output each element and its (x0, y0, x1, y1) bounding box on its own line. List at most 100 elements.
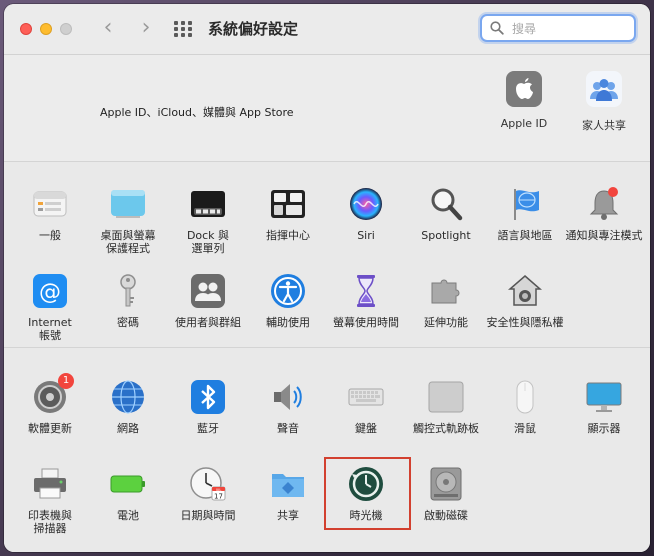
pane-sharing[interactable]: 共享 (248, 466, 328, 522)
pane-label: 使用者與群組 (175, 316, 241, 329)
svg-text:@: @ (39, 280, 61, 305)
pane-label: 鍵盤 (355, 422, 377, 435)
pane-label: 印表機與 掃描器 (28, 509, 72, 535)
pane-screen-time[interactable]: 螢幕使用時間 (326, 273, 406, 329)
pane-dock-menubar[interactable]: Dock 與 選單列 (168, 186, 248, 255)
pane-label: Spotlight (421, 229, 471, 242)
displays-icon (586, 379, 622, 415)
pane-accessibility[interactable]: 輔助使用 (248, 273, 328, 329)
window-title: 系統偏好設定 (208, 20, 299, 38)
pane-software-update[interactable]: 1 軟體更新 (10, 373, 90, 435)
pane-label: 藍牙 (197, 422, 219, 435)
pane-bluetooth[interactable]: 藍牙 (168, 379, 248, 435)
users-groups-icon (190, 273, 226, 309)
apple-logo-icon (506, 71, 542, 107)
pane-battery[interactable]: 電池 (88, 466, 168, 522)
apple-id-label: Apple ID (500, 117, 548, 130)
pane-label: 桌面與螢幕 保護程式 (100, 229, 156, 255)
pane-label: Dock 與 選單列 (186, 229, 230, 255)
time-machine-highlight (324, 457, 411, 530)
pane-security-privacy[interactable]: 安全性與隱私權 (485, 273, 565, 329)
close-button[interactable] (20, 23, 32, 35)
account-section: Apple ID、iCloud、媒體與 App Store Apple ID 家… (4, 55, 650, 161)
startup-disk-icon (428, 466, 464, 502)
clock-icon: JUL 17 (190, 466, 226, 502)
desktop-screensaver-icon (110, 186, 146, 222)
keyboard-icon (348, 379, 384, 415)
zoom-button[interactable] (60, 23, 72, 35)
apple-id-pane[interactable]: Apple ID (492, 71, 556, 130)
chevron-right-icon: › (141, 15, 151, 40)
show-all-button[interactable] (174, 21, 192, 37)
network-icon (110, 379, 146, 415)
extensions-icon (428, 273, 464, 309)
dock-icon (190, 186, 226, 222)
pane-label: 延伸功能 (424, 316, 468, 329)
key-icon (110, 273, 146, 309)
pane-label: 顯示器 (587, 422, 621, 435)
apple-id-summary: Apple ID、iCloud、媒體與 App Store (100, 106, 294, 119)
pane-label: 啟動磁碟 (424, 509, 468, 522)
pane-siri[interactable]: Siri (326, 186, 406, 242)
sharing-folder-icon (270, 466, 306, 502)
internet-accounts-icon: @ (32, 273, 68, 309)
sound-icon (270, 379, 306, 415)
accessibility-icon (270, 273, 306, 309)
language-region-icon (507, 186, 543, 222)
pane-label: Internet 帳號 (28, 316, 72, 342)
pane-label: 滑鼠 (514, 422, 536, 435)
pane-keyboard[interactable]: 鍵盤 (326, 379, 406, 435)
pane-displays[interactable]: 顯示器 (564, 379, 644, 435)
title-bar: ‹ › 系統偏好設定 (4, 4, 650, 55)
pane-network[interactable]: 網路 (88, 379, 168, 435)
pane-label: 日期與時間 (180, 509, 236, 522)
pane-trackpad[interactable]: 觸控式軌跡板 (406, 379, 486, 435)
back-button[interactable]: ‹ (96, 15, 120, 41)
pane-label: 軟體更新 (28, 422, 72, 435)
pane-label: 電池 (117, 509, 139, 522)
pane-passwords[interactable]: 密碼 (88, 273, 168, 329)
pane-mouse[interactable]: 滑鼠 (485, 379, 565, 435)
pane-label: 指揮中心 (266, 229, 310, 242)
pane-label: 螢幕使用時間 (333, 316, 399, 329)
family-sharing-icon (586, 71, 622, 107)
minimize-button[interactable] (40, 23, 52, 35)
family-sharing-pane[interactable]: 家人共享 (572, 71, 636, 133)
update-count-badge: 1 (58, 373, 74, 389)
siri-icon (348, 186, 384, 222)
pane-date-time[interactable]: JUL 17 日期與時間 (168, 466, 248, 522)
pane-extensions[interactable]: 延伸功能 (406, 273, 486, 329)
chevron-left-icon: ‹ (103, 15, 113, 40)
pane-label: 聲音 (277, 422, 299, 435)
pane-general[interactable]: 一般 (10, 186, 90, 242)
bluetooth-icon (190, 379, 226, 415)
pane-label: 安全性與隱私權 (486, 316, 564, 329)
pane-label: 一般 (39, 229, 61, 242)
battery-icon (110, 466, 146, 502)
system-preferences-window: ‹ › 系統偏好設定 Apple ID、iCloud、媒體與 App Store… (4, 4, 650, 552)
printer-icon (32, 466, 68, 502)
search-field[interactable] (480, 14, 636, 42)
pane-users-groups[interactable]: 使用者與群組 (168, 273, 248, 329)
calendar-day-text: 17 (214, 493, 223, 501)
pane-sound[interactable]: 聲音 (248, 379, 328, 435)
search-input[interactable] (510, 19, 632, 39)
forward-button[interactable]: › (134, 15, 158, 41)
pane-internet-accounts[interactable]: @ Internet 帳號 (10, 273, 90, 342)
pane-label: 觸控式軌跡板 (413, 422, 479, 435)
pane-label: 語言與地區 (497, 229, 553, 242)
pane-desktop-screensaver[interactable]: 桌面與螢幕 保護程式 (88, 186, 168, 255)
pane-label: 網路 (117, 422, 139, 435)
pane-spotlight[interactable]: Spotlight (406, 186, 486, 242)
general-icon (32, 186, 68, 222)
pane-printers-scanners[interactable]: 印表機與 掃描器 (10, 466, 90, 535)
pane-mission-control[interactable]: 指揮中心 (248, 186, 328, 242)
trackpad-icon (428, 379, 464, 415)
pane-label: Siri (357, 229, 375, 242)
pane-startup-disk[interactable]: 啟動磁碟 (406, 466, 486, 522)
pane-notifications-focus[interactable]: 通知與專注模式 (564, 186, 644, 242)
search-icon (490, 21, 504, 35)
pane-language-region[interactable]: 語言與地區 (485, 186, 565, 242)
calendar-month-text: JUL (215, 488, 222, 492)
mission-control-icon (270, 186, 306, 222)
